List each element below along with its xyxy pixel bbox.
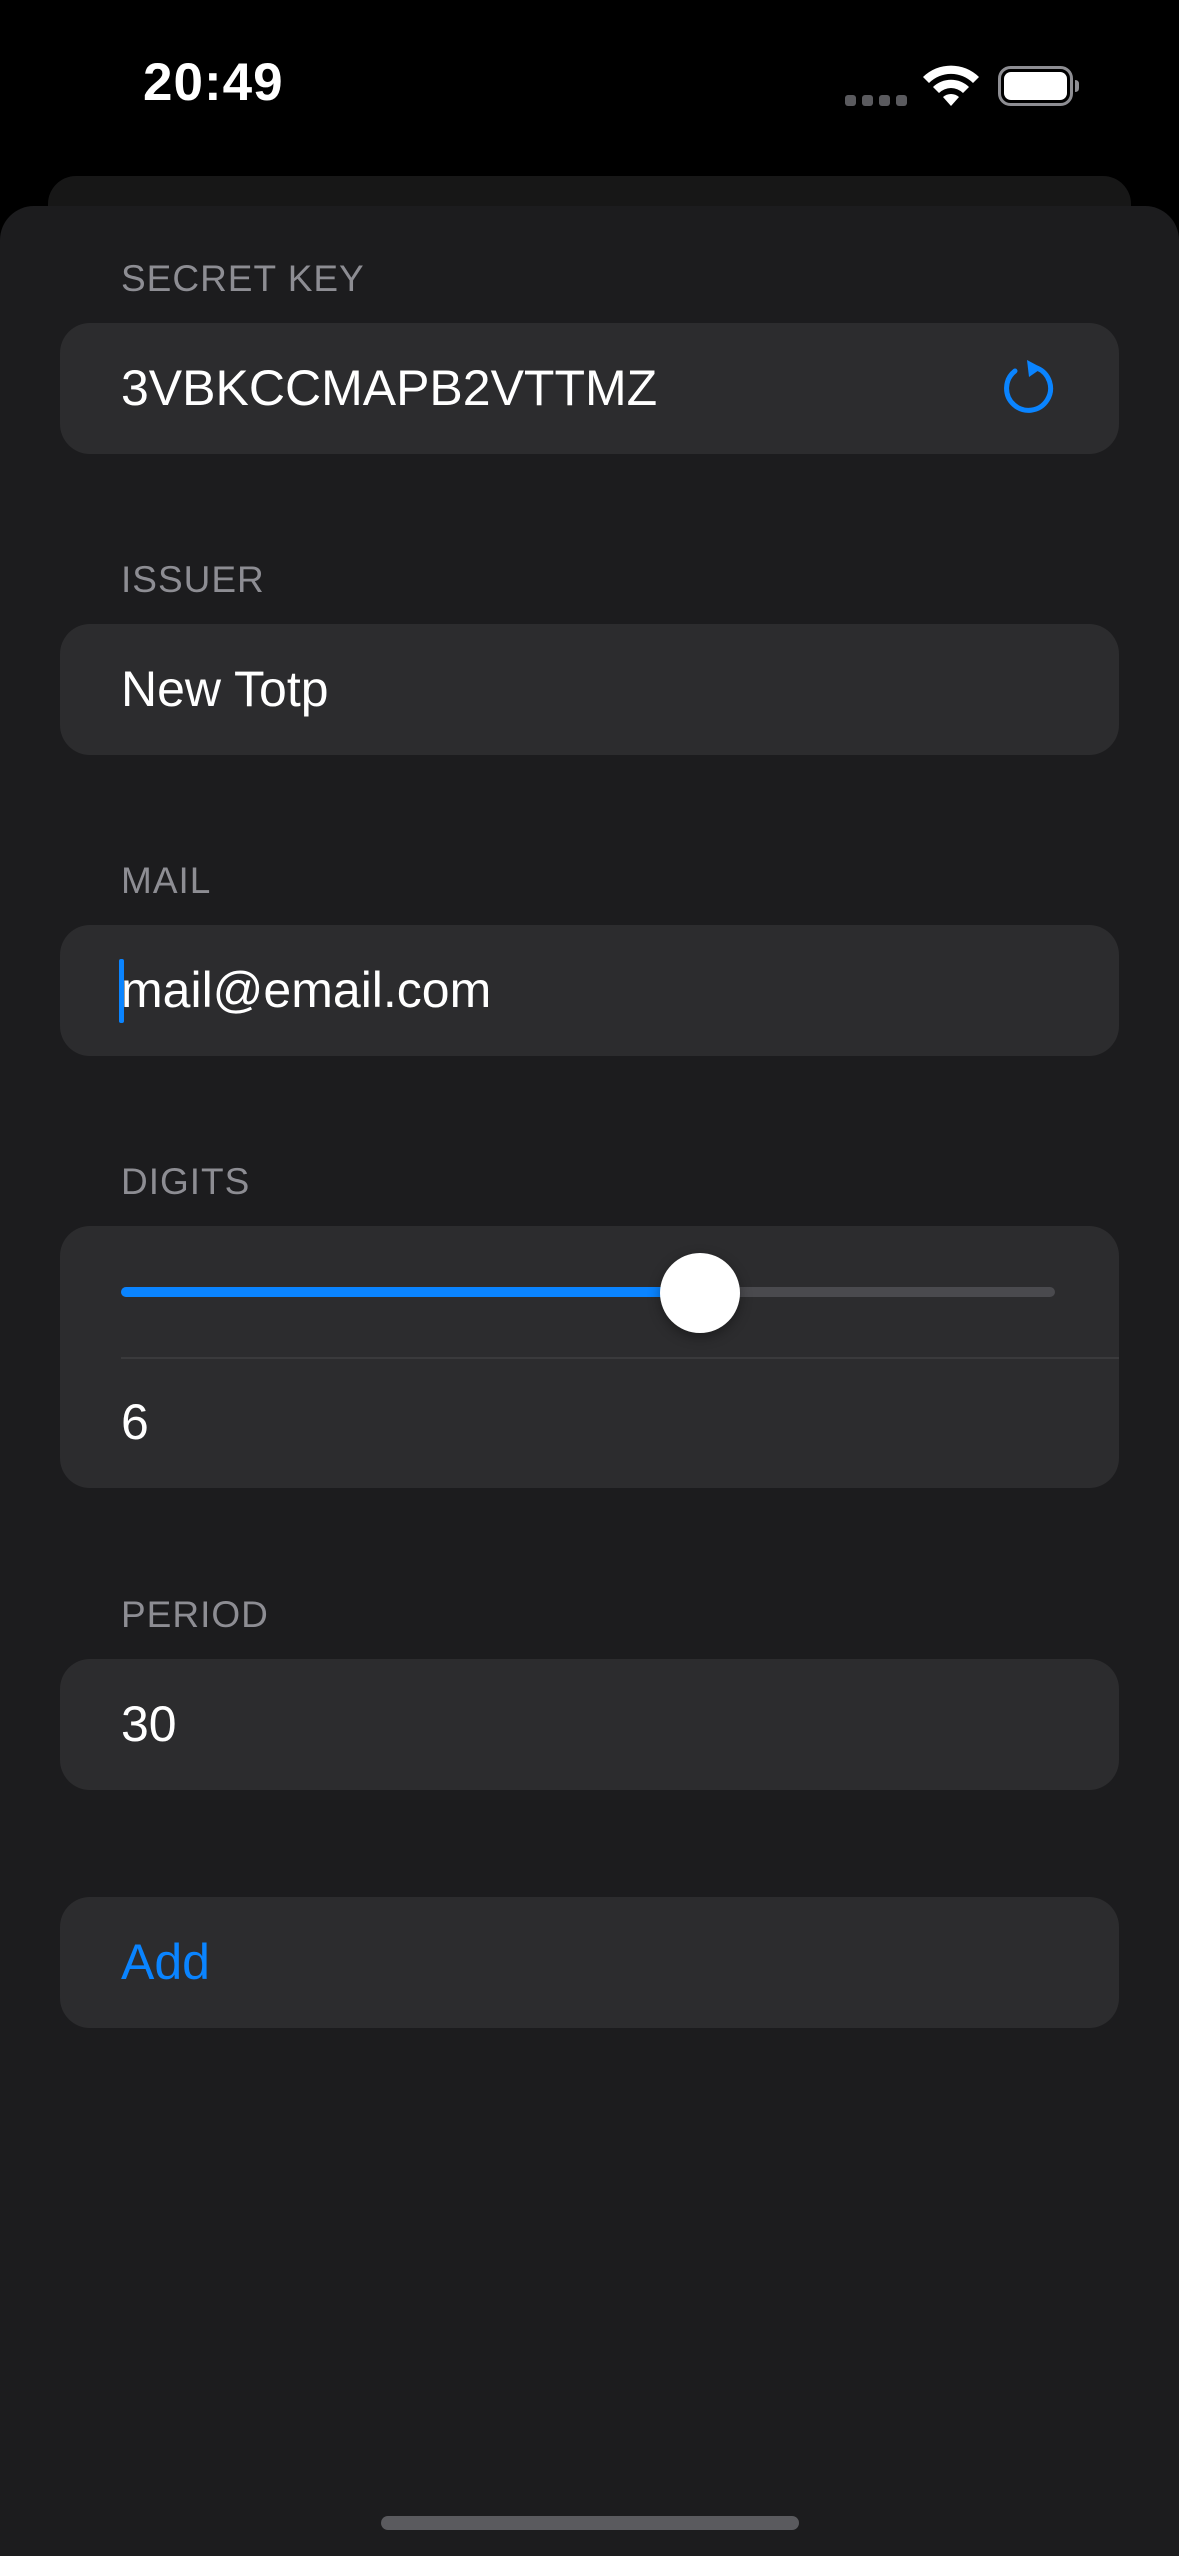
period-value: 30 — [121, 1696, 177, 1752]
period-field[interactable]: 30 — [60, 1659, 1119, 1790]
secret-key-label: SECRET KEY — [121, 258, 365, 299]
slider-thumb[interactable] — [660, 1253, 741, 1333]
add-button[interactable]: Add — [60, 1897, 1119, 2028]
period-label: PERIOD — [121, 1594, 269, 1635]
add-totp-sheet: SECRET KEY 3VBKCCMAPB2VTTMZ ISSUER New T… — [0, 206, 1179, 2556]
home-indicator — [381, 2516, 799, 2530]
digits-value: 6 — [121, 1394, 149, 1450]
secret-key-value: 3VBKCCMAPB2VTTMZ — [121, 360, 658, 416]
issuer-label: ISSUER — [121, 559, 265, 600]
refresh-icon[interactable] — [999, 359, 1059, 419]
mail-value: mail@email.com — [121, 962, 492, 1018]
wifi-icon — [923, 65, 979, 106]
digits-slider[interactable] — [121, 1253, 1055, 1333]
mail-field[interactable]: mail@email.com — [60, 925, 1119, 1056]
secret-key-field[interactable]: 3VBKCCMAPB2VTTMZ — [60, 323, 1119, 454]
divider — [121, 1357, 1119, 1359]
issuer-field[interactable]: New Totp — [60, 624, 1119, 755]
digits-field: 6 — [60, 1226, 1119, 1488]
battery-icon — [998, 66, 1079, 106]
cellular-signal-icon — [845, 95, 907, 106]
digits-label: DIGITS — [121, 1161, 251, 1202]
status-time: 20:49 — [143, 53, 284, 112]
slider-fill — [121, 1287, 701, 1297]
add-button-label: Add — [121, 1934, 210, 1990]
status-bar: 20:49 — [0, 0, 1179, 170]
issuer-value: New Totp — [121, 661, 329, 717]
mail-label: MAIL — [121, 860, 212, 901]
